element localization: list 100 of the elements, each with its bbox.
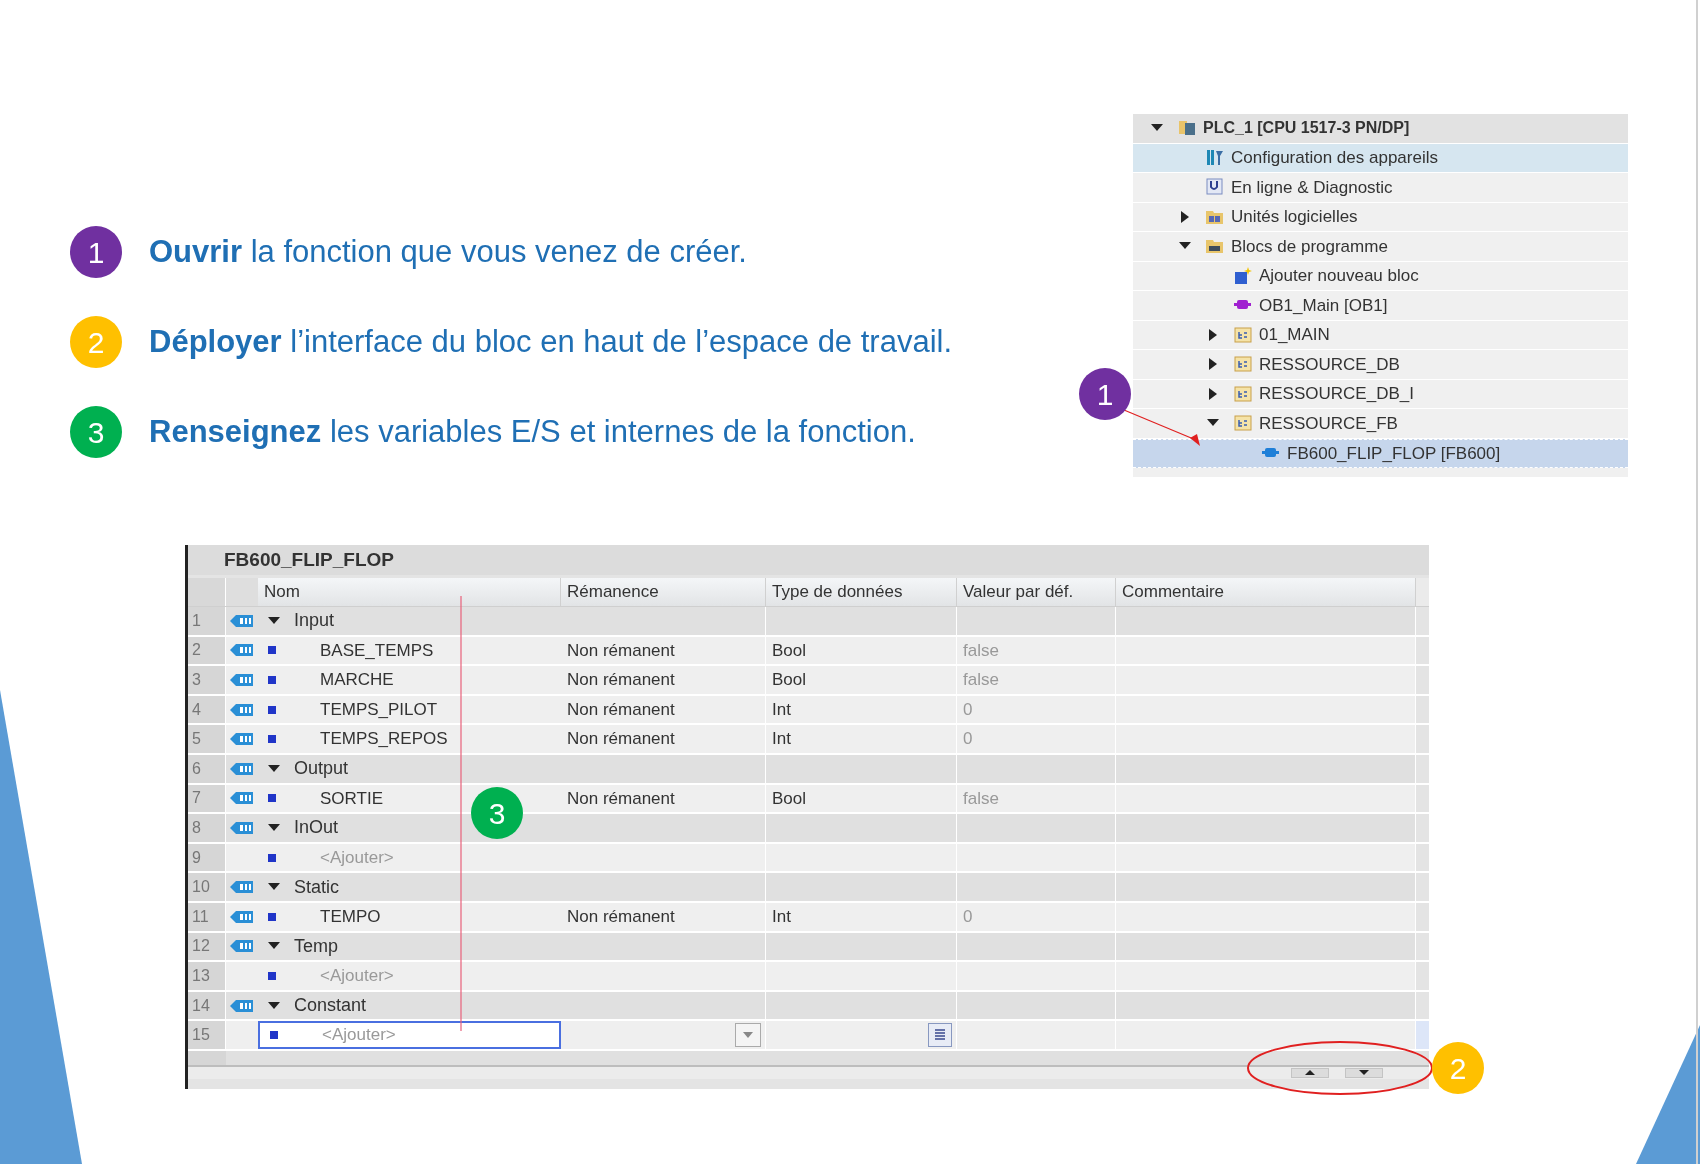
table-cell: false (957, 784, 1116, 813)
table-cell: Static (258, 873, 561, 901)
folder-icon (1233, 383, 1253, 404)
row-number: 3 (188, 666, 226, 694)
column-header[interactable]: Commentaire (1116, 578, 1416, 606)
table-cell: false (957, 666, 1116, 694)
table-row[interactable]: 5 TEMPS_REPOS Non rémanent Int 0 (188, 725, 1429, 755)
row-number: 13 (188, 962, 226, 990)
list-button[interactable] (928, 1023, 952, 1048)
table-row[interactable]: 14 Constant (188, 991, 1429, 1022)
variable-icon (268, 794, 276, 803)
tree-item[interactable]: En ligne & Diagnostic (1133, 173, 1628, 203)
add-block-icon (1233, 265, 1253, 286)
interface-icon (230, 761, 254, 776)
editor-title: FB600_FLIP_FLOP (188, 545, 1429, 575)
tree-item[interactable]: OB1_Main [OB1] (1133, 291, 1628, 321)
variable-icon (268, 853, 276, 862)
scroll-up-button[interactable] (1291, 1067, 1329, 1078)
variable-icon (270, 1031, 278, 1040)
list-icon (934, 1028, 946, 1043)
dropdown-button[interactable] (735, 1023, 761, 1048)
step-number: 2 (70, 316, 122, 368)
expand-caret-icon[interactable] (1207, 358, 1219, 371)
table-cell: Non rémanent (561, 725, 766, 753)
table-row[interactable]: 3 MARCHE Non rémanent Bool false (188, 666, 1429, 696)
tree-item[interactable]: FB600_FLIP_FLOP [FB600] (1133, 438, 1628, 468)
table-row[interactable]: 2 BASE_TEMPS Non rémanent Bool false (188, 636, 1429, 667)
table-cell: 0 (957, 695, 1116, 724)
tree-item[interactable]: Blocs de programme (1133, 232, 1628, 262)
table-cell: Non rémanent (561, 695, 766, 724)
device-config-icon (1205, 147, 1225, 168)
table-cell: Temp (258, 932, 561, 961)
table-cell (226, 843, 258, 872)
scroll-down-button[interactable] (1345, 1067, 1383, 1078)
callout-number: 2 (1432, 1042, 1484, 1094)
table-cell: Output (258, 754, 561, 783)
step-number: 3 (70, 406, 122, 458)
table-cell: TEMPO (258, 902, 561, 931)
caret-icon (743, 1032, 753, 1039)
tree-item[interactable]: 01_MAIN (1133, 320, 1628, 350)
row-number: 8 (188, 814, 226, 842)
table-cell: Int (766, 725, 957, 753)
variable-icon (268, 705, 276, 714)
interface-icon (230, 820, 254, 835)
row-number: 11 (188, 902, 226, 931)
row-number: 4 (188, 695, 226, 724)
table-row[interactable]: 1 Input (188, 607, 1429, 637)
tree-item[interactable]: RESSOURCE_FB (1133, 409, 1628, 439)
tree-item[interactable]: RESSOURCE_DB (1133, 350, 1628, 380)
up-arrow-icon (1305, 1070, 1315, 1076)
tree-item[interactable]: Ajouter nouveau bloc (1133, 261, 1628, 291)
row-number: 6 (188, 754, 226, 783)
folder-icon (1233, 354, 1253, 375)
interface-icon (230, 613, 254, 628)
table-cell: Int (766, 902, 957, 931)
folder-icon (1233, 324, 1253, 345)
expand-caret-icon[interactable] (1207, 328, 1219, 341)
column-header[interactable]: Valeur par déf. (957, 578, 1116, 606)
row-number: 15 (188, 1021, 226, 1049)
interface-icon (230, 880, 254, 895)
tree-item[interactable]: Unités logicielles (1133, 202, 1628, 232)
table-row[interactable]: 6 Output (188, 754, 1429, 785)
table-cell: Non rémanent (561, 666, 766, 694)
row-number: 5 (188, 725, 226, 753)
column-header[interactable]: Rémanence (561, 578, 766, 606)
table-cell: TEMPS_PILOT (258, 695, 561, 724)
tree-item[interactable]: RESSOURCE_DB_I (1133, 379, 1628, 409)
tree-item[interactable]: Configuration des appareils (1133, 143, 1628, 173)
table-row[interactable]: 11 TEMPO Non rémanent Int 0 (188, 902, 1429, 933)
callout-number: 1 (1079, 368, 1131, 420)
expand-caret-icon[interactable] (1207, 387, 1219, 400)
table-row[interactable]: 10 Static (188, 873, 1429, 903)
row-number: 10 (188, 873, 226, 901)
table-row[interactable]: 12 Temp (188, 932, 1429, 963)
table-cell: Bool (766, 666, 957, 694)
variable-icon (268, 676, 276, 684)
table-cell: 0 (957, 902, 1116, 931)
column-header[interactable]: Type de données (766, 578, 957, 606)
table-cell: Constant (258, 991, 561, 1020)
interface-icon (230, 791, 254, 806)
tree-item[interactable]: PLC_1 [CPU 1517-3 PN/DP] (1133, 114, 1628, 144)
column-header[interactable]: Nom (258, 578, 561, 606)
interface-icon (230, 643, 254, 658)
folder-icon (1233, 413, 1253, 434)
table-cell (226, 1021, 258, 1049)
table-cell: Int (766, 695, 957, 724)
expand-caret-icon[interactable] (1179, 210, 1191, 223)
table-cell: Bool (766, 784, 957, 813)
interface-icon (230, 732, 254, 747)
variable-icon (268, 735, 276, 744)
step-number: 1 (70, 226, 122, 278)
interface-icon (230, 673, 254, 687)
row-number: 9 (188, 843, 226, 872)
row-number: 2 (188, 636, 226, 665)
table-row[interactable]: 4 TEMPS_PILOT Non rémanent Int 0 (188, 695, 1429, 726)
table-cell: Non rémanent (561, 902, 766, 931)
table-cell: MARCHE (258, 666, 561, 694)
step-text: Renseignez les variables E/S et internes de la fonction. (149, 412, 916, 451)
interface-icon (230, 909, 254, 924)
table-cell: <Ajouter> (258, 843, 561, 872)
